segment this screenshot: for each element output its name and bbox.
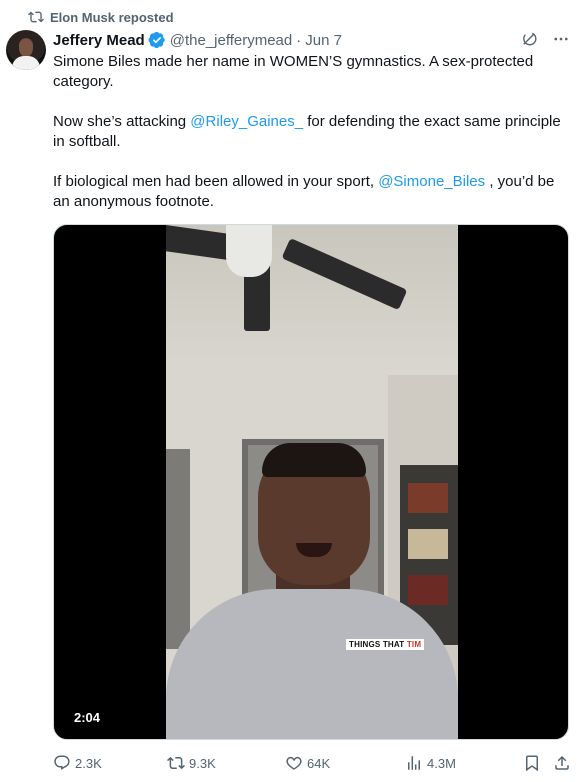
tweet-actions: 2.3K 9.3K 64K 4.3M [53, 752, 573, 774]
author-avatar[interactable] [6, 30, 46, 70]
tweet-paragraph-3: If biological men had been allowed in yo… [53, 172, 573, 212]
share-button[interactable] [553, 754, 571, 772]
mention-riley-gaines[interactable]: @Riley_Gaines_ [190, 113, 303, 130]
repost-action-icon [167, 754, 185, 772]
tweet-paragraph-2: Now she’s attacking @Riley_Gaines_ for d… [53, 112, 573, 152]
watermark-accent-text: TIM [406, 640, 422, 649]
video-person-shirt [166, 589, 458, 739]
grok-icon[interactable] [520, 30, 538, 48]
bookmark-button[interactable] [523, 754, 541, 772]
reply-count: 2.3K [75, 755, 102, 771]
watermark-text: THINGS THAT [349, 640, 407, 649]
more-options-icon[interactable] [552, 30, 570, 48]
avatar-face [19, 39, 33, 57]
tweet-paragraph-1: Simone Biles made her name in WOMEN’S gy… [53, 53, 534, 90]
share-icon [553, 754, 571, 772]
bookmark-icon [523, 754, 541, 772]
tweet-date[interactable]: Jun 7 [305, 32, 342, 49]
view-count: 4.3M [427, 755, 456, 771]
ceiling-fan-light [226, 225, 272, 277]
avatar-shirt [12, 56, 40, 70]
verified-badge-icon[interactable] [148, 31, 166, 49]
mention-simone-biles[interactable]: @Simone_Biles [378, 173, 485, 190]
author-handle[interactable]: @the_jefferymead [170, 32, 293, 49]
heart-icon [285, 754, 303, 772]
repost-label: Elon Musk reposted [50, 9, 174, 25]
tweet-text-segment: Now she’s attacking [53, 113, 191, 130]
repost-count: 9.3K [189, 755, 216, 771]
reply-button[interactable]: 2.3K [53, 754, 102, 772]
tweet-body: Simone Biles made her name in WOMEN’S gy… [53, 52, 573, 232]
video-player[interactable]: THINGS THAT TIM 2:04 [53, 224, 569, 740]
repost-icon [28, 9, 44, 25]
video-watermark: THINGS THAT TIM [346, 639, 425, 650]
reply-icon [53, 754, 71, 772]
book [408, 575, 448, 605]
views-button[interactable]: 4.3M [405, 754, 456, 772]
like-count: 64K [307, 755, 331, 771]
tweet-header: Jeffery Mead @the_jefferymead · Jun 7 [53, 30, 570, 50]
author-name[interactable]: Jeffery Mead [53, 32, 145, 49]
video-frame: THINGS THAT TIM [166, 225, 458, 739]
video-door [166, 449, 190, 649]
repost-indicator[interactable]: Elon Musk reposted [28, 8, 174, 26]
video-duration: 2:04 [68, 708, 107, 727]
like-button[interactable]: 64K [285, 754, 330, 772]
book [408, 529, 448, 559]
header-actions [520, 30, 570, 48]
repost-button[interactable]: 9.3K [167, 754, 216, 772]
separator-dot: · [296, 31, 302, 49]
video-person-hair [262, 443, 366, 477]
tweet-text-segment: If biological men had been allowed in yo… [53, 173, 379, 190]
book [408, 483, 448, 513]
analytics-icon [405, 754, 423, 772]
